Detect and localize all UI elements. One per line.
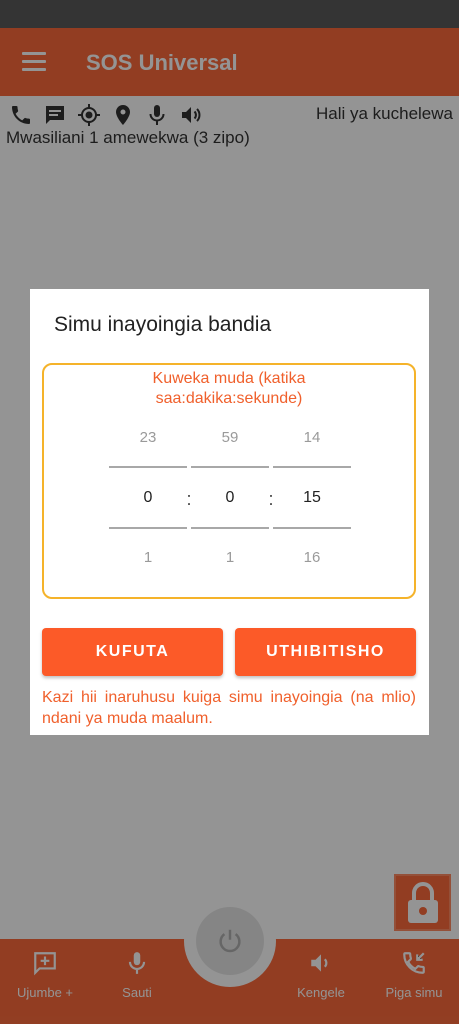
dialog-description: Kazi hii inaruhusu kuiga simu inayoingia… [42,689,416,727]
fake-call-dialog: Simu inayoingia bandia Kuweka muda (kati… [30,289,429,735]
picker-divider [191,466,269,468]
hours-prev-value[interactable]: 23 [109,429,187,446]
picker-divider [273,466,351,468]
dialog-title: Simu inayoingia bandia [54,313,272,336]
confirm-button[interactable]: UTHIBITISHO [235,628,416,676]
picker-divider [273,527,351,529]
seconds-next-value[interactable]: 16 [273,549,351,566]
minutes-next-value[interactable]: 1 [191,549,269,566]
minutes-picker[interactable]: 59 0 1 [191,365,269,601]
picker-divider [109,466,187,468]
seconds-value[interactable]: 15 [273,489,351,507]
minutes-prev-value[interactable]: 59 [191,429,269,446]
seconds-prev-value[interactable]: 14 [273,429,351,446]
cancel-button[interactable]: KUFUTA [42,628,223,676]
minutes-value[interactable]: 0 [191,489,269,507]
hours-picker[interactable]: 23 0 1 [109,365,187,601]
time-picker-box: Kuweka muda (katika saa:dakika:sekunde) … [42,363,416,599]
picker-divider [191,527,269,529]
picker-divider [109,527,187,529]
seconds-picker[interactable]: 14 15 16 [273,365,351,601]
hours-next-value[interactable]: 1 [109,549,187,566]
hours-value[interactable]: 0 [109,489,187,507]
